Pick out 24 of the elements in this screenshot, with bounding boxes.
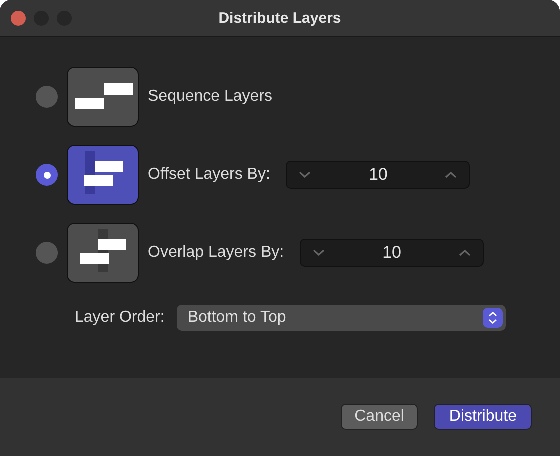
number-stepper[interactable]: 10: [286, 161, 470, 189]
window-title: Distribute Layers: [218, 10, 342, 26]
decrement-icon[interactable]: [313, 249, 326, 257]
close-button[interactable]: [11, 11, 26, 26]
option-label: Sequence Layers: [148, 88, 273, 106]
radio-button[interactable]: [36, 86, 58, 108]
increment-icon[interactable]: [445, 171, 458, 179]
stepper-value: 10: [382, 243, 402, 263]
radio-button[interactable]: [36, 242, 58, 264]
layer-order-label: Layer Order:: [75, 309, 165, 327]
layer-order-popup[interactable]: Bottom to Top: [176, 305, 506, 331]
stepper-value: 10: [368, 165, 388, 185]
up-down-arrows-icon: [482, 308, 503, 328]
option-label: Overlap Layers By:: [148, 244, 284, 262]
option-tile[interactable]: [67, 145, 139, 205]
radio-button[interactable]: [36, 164, 58, 186]
number-stepper[interactable]: 10: [300, 239, 484, 267]
distribute-button[interactable]: Distribute: [434, 404, 532, 430]
option-tile[interactable]: [67, 223, 139, 283]
cancel-button[interactable]: Cancel: [340, 404, 418, 430]
decrement-icon[interactable]: [299, 171, 312, 179]
increment-icon[interactable]: [459, 249, 472, 257]
option-label: Offset Layers By:: [148, 166, 270, 184]
option-tile[interactable]: [67, 67, 139, 127]
